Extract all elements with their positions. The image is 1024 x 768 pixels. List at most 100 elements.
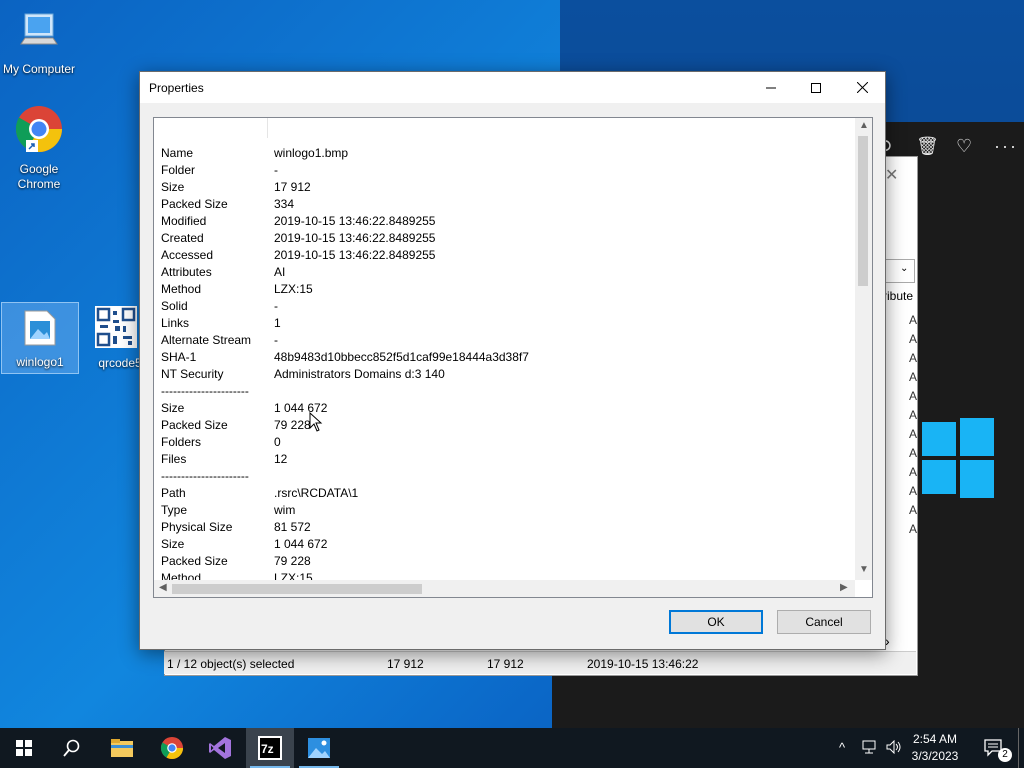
property-row[interactable]: Attributes AI xyxy=(154,263,854,280)
property-row[interactable]: Physical Size 81 572 xyxy=(154,518,854,535)
property-value: .rsrc\RCDATA\1 xyxy=(274,486,359,500)
scroll-up-icon[interactable]: ▲ xyxy=(859,120,869,131)
property-key: Accessed xyxy=(161,248,214,262)
network-icon[interactable] xyxy=(862,740,878,757)
taskbar-visual-studio[interactable] xyxy=(196,728,244,768)
property-row[interactable]: Accessed 2019-10-15 13:46:22.8489255 xyxy=(154,246,854,263)
search-button[interactable] xyxy=(48,728,96,768)
property-row[interactable]: Method LZX:15 xyxy=(154,280,854,297)
svg-text:7z: 7z xyxy=(261,742,274,756)
vertical-scroll-thumb[interactable] xyxy=(858,136,868,286)
property-value: 0 xyxy=(274,435,281,449)
property-row[interactable]: ---------------------- xyxy=(154,467,854,484)
column-header-attributes[interactable]: ribute xyxy=(883,289,913,303)
clock-time: 2:54 AM xyxy=(912,732,958,746)
windows-start-icon xyxy=(16,740,32,756)
more-icon[interactable]: ··· xyxy=(994,136,1018,157)
heart-icon[interactable]: ♡ xyxy=(956,136,972,157)
property-row[interactable]: ---------------------- xyxy=(154,382,854,399)
property-row[interactable]: Path .rsrc\RCDATA\1 xyxy=(154,484,854,501)
chevron-up-icon[interactable]: ^ xyxy=(839,740,845,755)
property-row[interactable]: Alternate Stream - xyxy=(154,331,854,348)
notification-badge: 2 xyxy=(998,748,1012,762)
file-explorer-icon xyxy=(111,739,133,757)
property-row[interactable]: Packed Size 334 xyxy=(154,195,854,212)
property-value: 2019-10-15 13:46:22.8489255 xyxy=(274,214,436,228)
desktop-icon-my-computer[interactable]: My Computer xyxy=(1,10,77,77)
property-row[interactable]: Size 17 912 xyxy=(154,178,854,195)
property-key: Solid xyxy=(161,299,188,313)
delete-icon[interactable]: 🗑 xyxy=(916,136,939,157)
minimize-icon xyxy=(766,87,776,88)
property-row[interactable]: Folder - xyxy=(154,161,854,178)
property-value: 12 xyxy=(274,452,288,466)
attribute-cell: A xyxy=(909,522,918,536)
property-key: Packed Size xyxy=(161,197,228,211)
horizontal-scroll-thumb[interactable] xyxy=(172,584,422,594)
property-row[interactable]: Created 2019-10-15 13:46:22.8489255 xyxy=(154,229,854,246)
scroll-down-icon[interactable]: ▼ xyxy=(859,564,869,575)
maximize-button[interactable] xyxy=(793,72,839,103)
ok-button[interactable]: OK xyxy=(669,610,763,634)
property-row[interactable]: Files 12 xyxy=(154,450,854,467)
property-row[interactable]: Packed Size 79 228 xyxy=(154,416,854,433)
attribute-cell: A xyxy=(909,446,918,460)
property-key: Physical Size xyxy=(161,520,233,534)
clock-date: 3/3/2023 xyxy=(911,749,959,763)
property-row[interactable]: Size 1 044 672 xyxy=(154,399,854,416)
property-row[interactable]: Links 1 xyxy=(154,314,854,331)
property-value: - xyxy=(274,299,278,313)
property-row[interactable]: Type wim xyxy=(154,501,854,518)
taskbar-clock[interactable]: 2:54 AM 3/3/2023 xyxy=(905,731,965,765)
property-value: winlogo1.bmp xyxy=(274,146,349,160)
property-value: AI xyxy=(274,265,286,279)
path-dropdown[interactable]: ⌄ xyxy=(885,259,915,283)
show-desktop-button[interactable] xyxy=(1018,728,1019,768)
taskbar-chrome[interactable] xyxy=(148,728,196,768)
property-row[interactable]: Name winlogo1.bmp xyxy=(154,144,854,161)
desktop-icon-winlogo1[interactable]: winlogo1 xyxy=(1,302,79,374)
property-row[interactable]: Solid - xyxy=(154,297,854,314)
attribute-cell: A xyxy=(909,313,918,327)
property-value: 79 228 xyxy=(274,418,311,432)
taskbar-file-explorer[interactable] xyxy=(98,728,146,768)
property-row[interactable]: Modified 2019-10-15 13:46:22.8489255 xyxy=(154,212,854,229)
attribute-cell: A xyxy=(909,408,918,422)
computer-icon xyxy=(1,10,77,58)
notification-center-button[interactable]: 2 xyxy=(970,728,1018,768)
scroll-left-icon[interactable]: ◀ xyxy=(159,582,167,593)
property-key: Folders xyxy=(161,435,202,449)
property-key: Files xyxy=(161,452,187,466)
property-row[interactable]: Folders 0 xyxy=(154,433,854,450)
property-row[interactable]: Size 1 044 672 xyxy=(154,535,854,552)
dialog-title: Properties xyxy=(149,81,204,95)
attribute-cell: A xyxy=(909,503,918,517)
property-key: Name xyxy=(161,146,194,160)
dialog-titlebar[interactable]: Properties xyxy=(140,72,885,103)
property-value: 81 572 xyxy=(274,520,311,534)
property-row[interactable]: Packed Size 79 228 xyxy=(154,552,854,569)
volume-icon[interactable] xyxy=(886,739,902,757)
taskbar-photos[interactable] xyxy=(295,728,343,768)
horizontal-scrollbar[interactable]: ◀ ▶ xyxy=(154,580,855,597)
desktop-icon-google-chrome[interactable]: Google Chrome xyxy=(1,104,77,192)
property-key: Method xyxy=(161,282,202,296)
properties-list[interactable]: Name winlogo1.bmp Folder - Size 17 912 Packed … xyxy=(153,117,873,598)
property-row[interactable]: SHA-1 48b9483d10bbecc852f5d1caf99e18444a3… xyxy=(154,348,854,365)
property-value: Administrators Domains d:3 140 xyxy=(274,367,445,381)
property-value: 2019-10-15 13:46:22.8489255 xyxy=(274,231,436,245)
property-key: Modified xyxy=(161,214,207,228)
start-button[interactable] xyxy=(0,728,48,768)
vertical-scrollbar[interactable]: ▲ ▼ xyxy=(855,118,872,580)
cancel-button[interactable]: Cancel xyxy=(777,610,871,634)
property-key: Attributes xyxy=(161,265,212,279)
close-button[interactable] xyxy=(839,72,885,103)
property-value: 1 xyxy=(274,316,281,330)
property-row[interactable]: NT Security Administrators Domains d:3 14… xyxy=(154,365,854,382)
desktop-icon-label: qrcode5 xyxy=(98,356,142,370)
minimize-button[interactable] xyxy=(748,72,794,103)
close-icon[interactable]: ✕ xyxy=(885,165,898,185)
attribute-cell: A xyxy=(909,370,918,384)
taskbar-7zip[interactable]: 7z xyxy=(246,728,294,768)
scroll-right-icon[interactable]: ▶ xyxy=(840,582,848,593)
